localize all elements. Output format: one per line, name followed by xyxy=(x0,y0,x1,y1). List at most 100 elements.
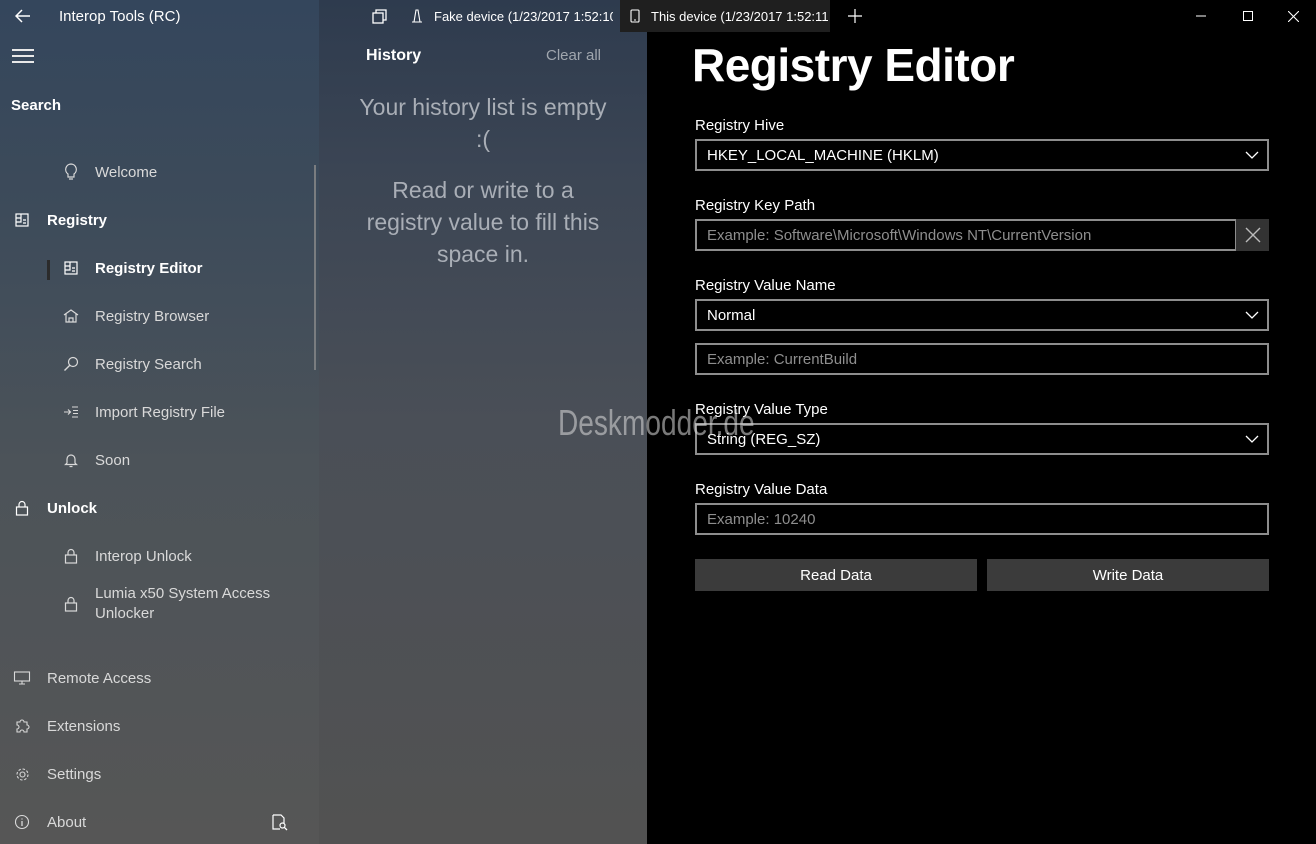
hamburger-line xyxy=(12,49,34,51)
nav-scrollbar[interactable] xyxy=(314,165,316,370)
nav-section-label: Unlock xyxy=(47,499,98,517)
history-empty-hint: Read or write to a registry value to fil… xyxy=(366,177,600,267)
nav-item-about[interactable]: About xyxy=(0,802,310,842)
read-data-button[interactable]: Read Data xyxy=(695,559,977,591)
nav-item-label: Registry Browser xyxy=(95,307,210,325)
hamburger-line xyxy=(12,55,34,57)
clear-all-button[interactable]: Clear all xyxy=(546,47,601,64)
remote-access-icon xyxy=(12,668,32,688)
value-name-label: Registry Value Name xyxy=(695,277,836,294)
value-data-label: Registry Value Data xyxy=(695,481,828,498)
nav-item-label: Settings xyxy=(47,765,102,783)
nav-item-lumia-system-access-unlocker[interactable]: Lumia x50 System Access Unlocker xyxy=(0,584,310,624)
hamburger-menu-button[interactable] xyxy=(12,49,34,65)
close-icon xyxy=(1245,227,1260,243)
history-empty-message: Your history list is empty :( xyxy=(359,94,607,152)
import-icon xyxy=(61,402,81,422)
nav-item-soon[interactable]: Soon xyxy=(0,440,310,480)
lightbulb-icon xyxy=(61,162,81,182)
nav-item-label: Registry Search xyxy=(95,355,202,373)
hive-selected-value: HKEY_LOCAL_MACHINE (HKLM) xyxy=(707,146,939,164)
nav-item-extensions[interactable]: Extensions xyxy=(0,706,310,746)
back-button[interactable] xyxy=(0,0,46,32)
puzzle-icon xyxy=(12,716,32,736)
value-data-input[interactable] xyxy=(695,503,1269,535)
lock-icon xyxy=(61,594,81,614)
nav-item-label-line2: Unlocker xyxy=(95,605,155,622)
hive-label: Registry Hive xyxy=(695,117,785,134)
new-tab-button[interactable] xyxy=(845,0,865,32)
phone-icon xyxy=(630,9,640,23)
app-titlebar: Interop Tools (RC) xyxy=(0,0,319,32)
gear-icon xyxy=(12,764,32,784)
info-icon xyxy=(12,812,32,832)
nav-item-settings[interactable]: Settings xyxy=(0,754,310,794)
clear-key-path-button[interactable] xyxy=(1236,219,1269,251)
lock-icon xyxy=(61,546,81,566)
chevron-down-icon xyxy=(1245,435,1259,443)
chevron-down-icon xyxy=(1245,311,1259,319)
minimize-button[interactable] xyxy=(1178,0,1224,32)
value-name-input[interactable] xyxy=(695,343,1269,375)
duplicate-icon xyxy=(372,8,387,24)
registry-browser-icon xyxy=(61,306,81,326)
tab-fake-device[interactable]: Fake device (1/23/2017 1:52:10 PM xyxy=(411,0,613,32)
duplicate-window-button[interactable] xyxy=(372,0,387,32)
nav-item-remote-access[interactable]: Remote Access xyxy=(0,658,310,698)
nav-section-registry[interactable]: Registry xyxy=(0,200,310,240)
watermark: Deskmodder.de xyxy=(558,402,755,443)
key-path-field[interactable] xyxy=(707,226,1235,244)
value-data-field[interactable] xyxy=(707,510,1267,528)
tab-label: This device (1/23/2017 1:52:11 PM xyxy=(651,8,830,24)
plus-icon xyxy=(848,9,862,23)
nav-section-unlock[interactable]: Unlock xyxy=(0,488,310,528)
tab-label: Fake device (1/23/2017 1:52:10 PM xyxy=(434,8,613,24)
nav-item-import-registry-file[interactable]: Import Registry File xyxy=(0,392,310,432)
chevron-down-icon xyxy=(1245,151,1259,159)
nav-item-label: Interop Unlock xyxy=(95,547,192,565)
lock-icon xyxy=(12,498,32,518)
nav-item-welcome[interactable]: Welcome xyxy=(0,152,310,192)
history-title: History xyxy=(366,47,422,64)
key-path-label: Registry Key Path xyxy=(695,197,816,214)
bell-icon xyxy=(61,450,81,470)
value-name-mode-dropdown[interactable]: Normal xyxy=(695,299,1269,331)
nav-item-label: Import Registry File xyxy=(95,403,226,421)
page-title: Registry Editor xyxy=(692,39,1015,91)
back-arrow-icon xyxy=(15,9,30,23)
nav-item-interop-unlock[interactable]: Interop Unlock xyxy=(0,536,310,576)
close-icon xyxy=(1287,10,1299,22)
value-name-field[interactable] xyxy=(707,350,1267,368)
tab-this-device[interactable]: This device (1/23/2017 1:52:11 PM xyxy=(620,0,830,32)
nav-item-registry-search[interactable]: Registry Search xyxy=(0,344,310,384)
fake-device-icon xyxy=(412,9,422,23)
value-name-mode-value: Normal xyxy=(707,306,756,324)
maximize-button[interactable] xyxy=(1225,0,1271,32)
nav-item-label-line1: Lumia x50 System Access xyxy=(95,585,271,602)
registry-icon xyxy=(12,210,32,230)
nav-item-label: Lumia x50 System Access Unlocker xyxy=(95,584,270,624)
nav-search[interactable]: Search xyxy=(11,97,61,114)
maximize-icon xyxy=(1243,11,1253,21)
nav-item-label: About xyxy=(47,813,87,831)
nav-item-label: Extensions xyxy=(47,717,121,735)
nav-section-label: Registry xyxy=(47,211,108,229)
nav-item-registry-browser[interactable]: Registry Browser xyxy=(0,296,310,336)
minimize-icon xyxy=(1196,15,1206,17)
feedback-icon[interactable] xyxy=(271,814,288,836)
navigation-pane: Interop Tools (RC) Search Welcome Regist… xyxy=(0,0,319,844)
nav-item-label: Remote Access xyxy=(47,669,152,687)
search-icon xyxy=(61,354,81,374)
value-type-dropdown[interactable]: String (REG_SZ) xyxy=(695,423,1269,455)
nav-item-label: Soon xyxy=(95,451,131,469)
nav-item-label: Registry Editor xyxy=(95,259,203,277)
write-data-button[interactable]: Write Data xyxy=(987,559,1269,591)
hamburger-line xyxy=(12,61,34,63)
hive-dropdown[interactable]: HKEY_LOCAL_MACHINE (HKLM) xyxy=(695,139,1269,171)
nav-item-label: Welcome xyxy=(95,163,158,181)
key-path-input[interactable] xyxy=(695,219,1237,251)
registry-editor-icon xyxy=(61,258,81,278)
close-button[interactable] xyxy=(1270,0,1316,32)
app-title: Interop Tools (RC) xyxy=(59,8,181,25)
nav-item-registry-editor[interactable]: Registry Editor xyxy=(0,248,310,288)
